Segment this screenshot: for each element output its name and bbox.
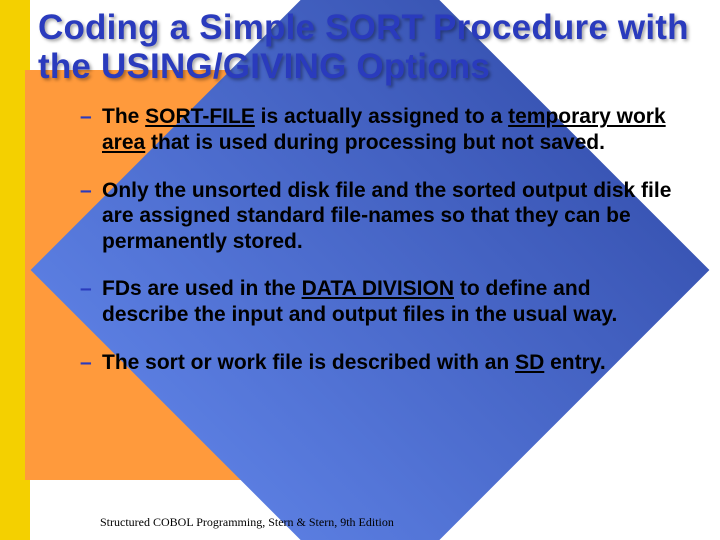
slide-footer: Structured COBOL Programming, Stern & St…	[100, 515, 394, 530]
bullet-text: Only the unsorted disk file and the sort…	[102, 179, 671, 253]
bullet-text: FDs are used in the	[102, 277, 302, 300]
bullet-text: The sort or work file is described with …	[102, 351, 515, 374]
bullet-underline: SORT-FILE	[145, 105, 255, 128]
bullet-text: entry.	[544, 351, 605, 374]
bullet-list: The SORT-FILE is actually assigned to a …	[38, 104, 700, 375]
bullet-item: The SORT-FILE is actually assigned to a …	[80, 104, 682, 155]
bullet-text: The	[102, 105, 145, 128]
bullet-text: is actually assigned to a	[255, 105, 508, 128]
bullet-item: The sort or work file is described with …	[80, 350, 682, 376]
bullet-underline: SD	[515, 351, 544, 374]
bullet-item: FDs are used in the DATA DIVISION to def…	[80, 276, 682, 327]
slide-content: Coding a Simple SORT Procedure with the …	[0, 0, 720, 375]
bullet-text: that is used during processing but not s…	[145, 131, 605, 154]
bullet-item: Only the unsorted disk file and the sort…	[80, 178, 682, 255]
slide-title: Coding a Simple SORT Procedure with the …	[38, 8, 700, 86]
bullet-underline: DATA DIVISION	[302, 277, 454, 300]
